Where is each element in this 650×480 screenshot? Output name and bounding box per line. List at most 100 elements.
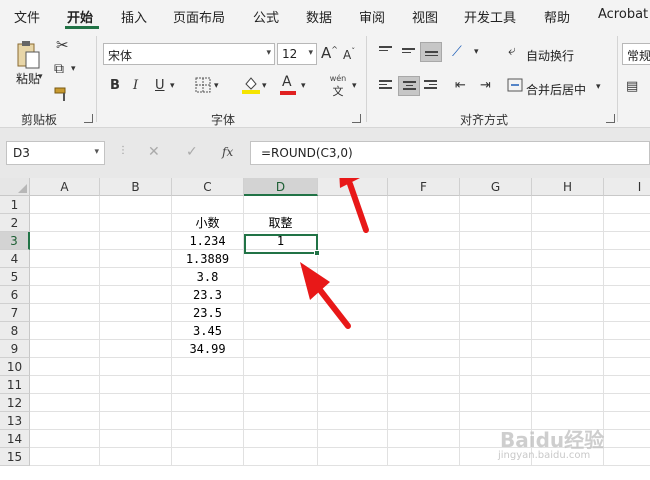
tab-view[interactable]: 视图 [412, 7, 438, 26]
select-all-button[interactable] [0, 178, 30, 196]
cancel-icon[interactable]: ✕ [148, 144, 160, 160]
paste-dropdown-icon[interactable]: ▾ [38, 73, 43, 82]
row-header-8[interactable]: 8 [0, 322, 30, 340]
fill-color-icon[interactable] [242, 74, 260, 94]
grid-cell[interactable] [172, 394, 244, 412]
grid-cell[interactable] [532, 376, 604, 394]
grid-cell[interactable] [388, 232, 460, 250]
grid-cell[interactable] [388, 376, 460, 394]
grow-font-icon[interactable]: A^ [321, 46, 338, 61]
grid-cell[interactable] [532, 394, 604, 412]
grid-cell[interactable] [318, 376, 388, 394]
row-header-4[interactable]: 4 [0, 250, 30, 268]
grid-cell[interactable] [604, 358, 650, 376]
grid-cell[interactable] [30, 250, 100, 268]
phonetic-guide-icon[interactable]: wén 文 [326, 74, 350, 99]
grid-cell[interactable] [604, 232, 650, 250]
grid-cell[interactable] [388, 340, 460, 358]
grid-cell[interactable] [30, 322, 100, 340]
decrease-indent-icon[interactable]: ⇤ [455, 79, 466, 92]
grid-cell[interactable] [388, 448, 460, 466]
grid-cell[interactable] [604, 412, 650, 430]
grid-cell[interactable] [100, 394, 172, 412]
italic-button[interactable]: I [133, 79, 138, 92]
paste-icon[interactable] [16, 40, 42, 70]
grid-cell[interactable] [460, 376, 532, 394]
grid-cell[interactable] [172, 430, 244, 448]
grid-cell[interactable] [388, 394, 460, 412]
paste-label[interactable]: 粘贴 [16, 70, 40, 87]
grid-cell[interactable] [460, 340, 532, 358]
grid-cell[interactable] [532, 322, 604, 340]
column-header-c[interactable]: C [172, 178, 244, 196]
grid-cell[interactable] [532, 232, 604, 250]
grid-cell[interactable] [244, 196, 318, 214]
grid-cell[interactable] [30, 430, 100, 448]
grid-cell[interactable] [100, 358, 172, 376]
grid-cell[interactable] [30, 232, 100, 250]
grid-cell[interactable] [244, 412, 318, 430]
grid-cell[interactable] [30, 196, 100, 214]
accounting-format-icon[interactable]: ▤ [626, 80, 638, 93]
grid-cell[interactable] [30, 358, 100, 376]
grid-cell[interactable] [318, 448, 388, 466]
grid-cell[interactable] [460, 394, 532, 412]
grid-cell[interactable] [30, 376, 100, 394]
merge-dropdown-icon[interactable]: ▾ [596, 83, 601, 92]
font-color-dropdown-icon[interactable]: ▾ [301, 82, 306, 91]
grid-cell[interactable] [172, 412, 244, 430]
copy-dropdown-icon[interactable]: ▾ [71, 65, 76, 74]
grid-cell[interactable] [460, 286, 532, 304]
merge-center-button[interactable]: 合并后居中 [526, 81, 586, 98]
grid-cell[interactable] [388, 196, 460, 214]
borders-icon[interactable] [195, 77, 211, 93]
copy-icon[interactable]: ⧉ [54, 62, 64, 76]
column-header-h[interactable]: H [532, 178, 604, 196]
grid-cell[interactable] [30, 286, 100, 304]
grid-cell[interactable] [604, 196, 650, 214]
cell-d2[interactable]: 取整 [244, 214, 318, 232]
underline-button[interactable]: U [155, 79, 165, 92]
tab-insert[interactable]: 插入 [121, 7, 147, 26]
grid-cell[interactable] [388, 322, 460, 340]
grid-cell[interactable] [244, 376, 318, 394]
row-header-14[interactable]: 14 [0, 430, 30, 448]
grid-cell[interactable] [604, 214, 650, 232]
grip-icon[interactable]: ⋮ [118, 145, 128, 156]
wrap-text-button[interactable]: 自动换行 [526, 47, 574, 64]
grid-cell[interactable] [244, 358, 318, 376]
row-header-10[interactable]: 10 [0, 358, 30, 376]
format-painter-icon[interactable] [54, 86, 70, 102]
grid-cell[interactable] [100, 196, 172, 214]
grid-cell[interactable] [318, 412, 388, 430]
row-header-12[interactable]: 12 [0, 394, 30, 412]
grid-cell[interactable] [604, 394, 650, 412]
tab-formulas[interactable]: 公式 [253, 7, 279, 26]
grid-cell[interactable] [532, 196, 604, 214]
cell-c7[interactable]: 23.5 [172, 304, 244, 322]
align-center-button[interactable] [398, 76, 420, 96]
font-launcher-icon[interactable] [352, 114, 361, 123]
fill-color-dropdown-icon[interactable]: ▾ [262, 82, 267, 91]
grid-cell[interactable] [30, 304, 100, 322]
grid-cell[interactable] [172, 376, 244, 394]
column-header-b[interactable]: B [100, 178, 172, 196]
grid-cell[interactable] [532, 286, 604, 304]
tab-help[interactable]: 帮助 [544, 7, 570, 26]
row-header-5[interactable]: 5 [0, 268, 30, 286]
grid-cell[interactable] [604, 376, 650, 394]
grid-cell[interactable] [100, 376, 172, 394]
grid-cell[interactable] [388, 412, 460, 430]
grid-cell[interactable] [244, 430, 318, 448]
column-header-i[interactable]: I [604, 178, 650, 196]
increase-indent-icon[interactable]: ⇥ [480, 79, 491, 92]
tab-data[interactable]: 数据 [306, 7, 332, 26]
grid-cell[interactable] [460, 196, 532, 214]
grid-cell[interactable] [604, 430, 650, 448]
insert-function-icon[interactable]: fx [222, 145, 233, 159]
tab-acrobat[interactable]: Acrobat [598, 7, 648, 22]
grid-cell[interactable] [460, 214, 532, 232]
grid-cell[interactable] [532, 304, 604, 322]
grid-cell[interactable] [244, 394, 318, 412]
align-middle-button[interactable] [398, 42, 420, 62]
